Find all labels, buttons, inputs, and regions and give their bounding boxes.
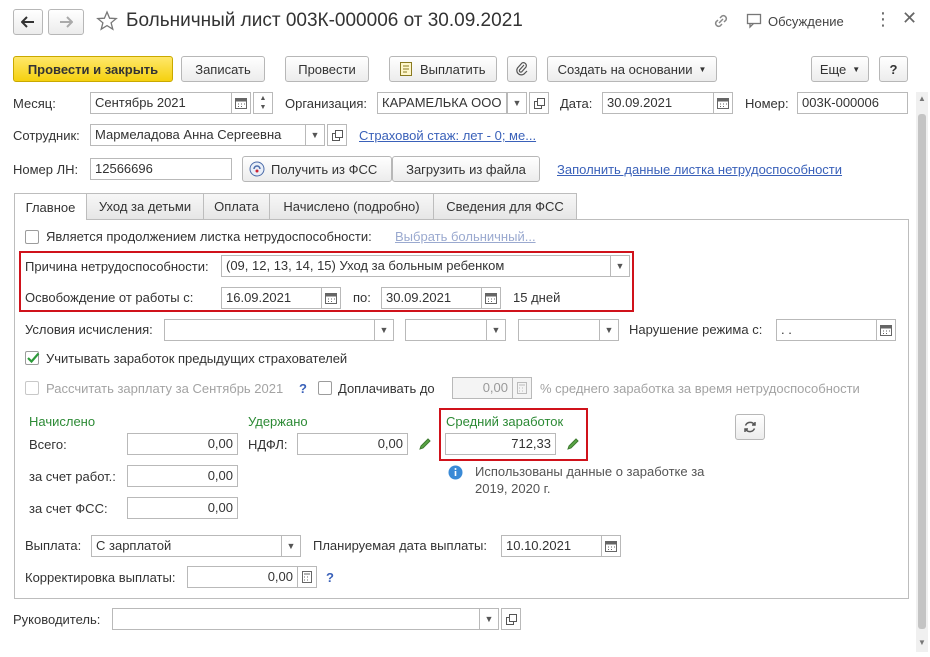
tab-accrued-detailed[interactable]: Начислено (подробно) (269, 193, 434, 219)
link-icon[interactable] (712, 12, 730, 33)
open-form-icon (533, 97, 545, 109)
month-field[interactable]: Сентябрь 2021 (90, 92, 232, 114)
month-calendar-button[interactable] (231, 92, 251, 114)
month-stepper[interactable]: ▲ ▼ (253, 92, 273, 114)
employee-label: Сотрудник: (13, 128, 80, 143)
close-icon[interactable]: ✕ (902, 9, 917, 27)
ln-number-label: Номер ЛН: (13, 162, 79, 177)
tab-payment[interactable]: Оплата (203, 193, 270, 219)
continuation-checkbox[interactable] (25, 230, 39, 244)
paperclip-icon (516, 62, 528, 76)
discussion-icon[interactable] (746, 13, 764, 32)
month-label: Месяц: (13, 96, 56, 111)
number-label: Номер: (745, 96, 789, 111)
manager-field[interactable] (112, 608, 480, 630)
write-button[interactable]: Записать (181, 56, 265, 82)
open-form-icon (331, 129, 343, 141)
vertical-scrollbar[interactable]: ▲ ▼ (916, 92, 928, 652)
attach-button[interactable] (507, 56, 537, 82)
scrollbar-thumb[interactable] (918, 114, 926, 629)
get-from-fss-label: Получить из ФСС (271, 161, 378, 177)
more-button[interactable]: Еще ▼ (811, 56, 869, 82)
window-title: Больничный лист 003К-000006 от 30.09.202… (126, 10, 523, 31)
document-icon (400, 62, 412, 76)
forward-button[interactable] (48, 9, 84, 35)
chevron-down-icon: ▼ (512, 98, 522, 108)
employee-field[interactable]: Мармеладова Анна Сергеевна (90, 124, 306, 146)
employee-dropdown-button[interactable]: ▼ (305, 124, 325, 146)
scroll-up-arrow-icon[interactable]: ▲ (918, 94, 926, 103)
create-based-on-label: Создать на основании (557, 61, 693, 77)
calendar-icon (717, 98, 729, 109)
date-field[interactable]: 30.09.2021 (602, 92, 714, 114)
chevron-down-icon: ▼ (698, 64, 707, 74)
tab-child-care[interactable]: Уход за детьми (86, 193, 204, 219)
arrow-left-icon (21, 16, 34, 28)
fill-sick-leave-data-link[interactable]: Заполнить данные листка нетрудоспособнос… (557, 162, 842, 178)
tab-panel (14, 219, 909, 599)
manager-open-button[interactable] (501, 608, 521, 630)
discussion-link[interactable]: Обсуждение (768, 14, 844, 30)
tab-fss-info[interactable]: Сведения для ФСС (433, 193, 577, 219)
back-button[interactable] (13, 9, 43, 35)
stepper-up-icon: ▲ (259, 95, 267, 102)
chevron-down-icon: ▼ (310, 130, 320, 140)
date-label: Дата: (560, 96, 593, 111)
chevron-down-icon: ▼ (484, 614, 494, 624)
date-calendar-button[interactable] (713, 92, 733, 114)
organization-dropdown-button[interactable]: ▼ (507, 92, 527, 114)
create-based-on-button[interactable]: Создать на основании ▼ (547, 56, 717, 82)
manager-label: Руководитель: (13, 612, 101, 627)
more-vertical-icon[interactable]: ⋮ (874, 10, 892, 28)
organization-open-button[interactable] (529, 92, 549, 114)
pay-button[interactable]: Выплатить (389, 56, 497, 82)
open-form-icon (505, 613, 517, 625)
post-button[interactable]: Провести (285, 56, 369, 82)
pay-button-label: Выплатить (420, 61, 486, 77)
manager-dropdown-button[interactable]: ▼ (479, 608, 499, 630)
organization-label: Организация: (285, 96, 368, 111)
chevron-down-icon: ▼ (852, 64, 861, 74)
number-field[interactable]: 003К-000006 (797, 92, 908, 114)
ln-number-field[interactable]: 12566696 (90, 158, 232, 180)
post-and-close-button[interactable]: Провести и закрыть (13, 56, 173, 82)
favorite-star-icon[interactable] (96, 10, 118, 35)
scroll-down-arrow-icon[interactable]: ▼ (918, 638, 926, 647)
employee-open-button[interactable] (327, 124, 347, 146)
stepper-down-icon: ▼ (259, 104, 267, 111)
get-from-fss-button[interactable]: Получить из ФСС (242, 156, 392, 182)
calendar-icon (235, 98, 247, 109)
load-from-file-button[interactable]: Загрузить из файла (392, 156, 540, 182)
tab-main[interactable]: Главное (14, 193, 87, 220)
fss-logo-icon (249, 161, 265, 177)
insurance-experience-link[interactable]: Страховой стаж: лет - 0; ме... (359, 128, 536, 144)
help-button[interactable]: ? (879, 56, 908, 82)
more-button-label: Еще (819, 61, 847, 77)
organization-field[interactable]: КАРАМЕЛЬКА ООО (377, 92, 507, 114)
arrow-right-icon (60, 16, 73, 28)
